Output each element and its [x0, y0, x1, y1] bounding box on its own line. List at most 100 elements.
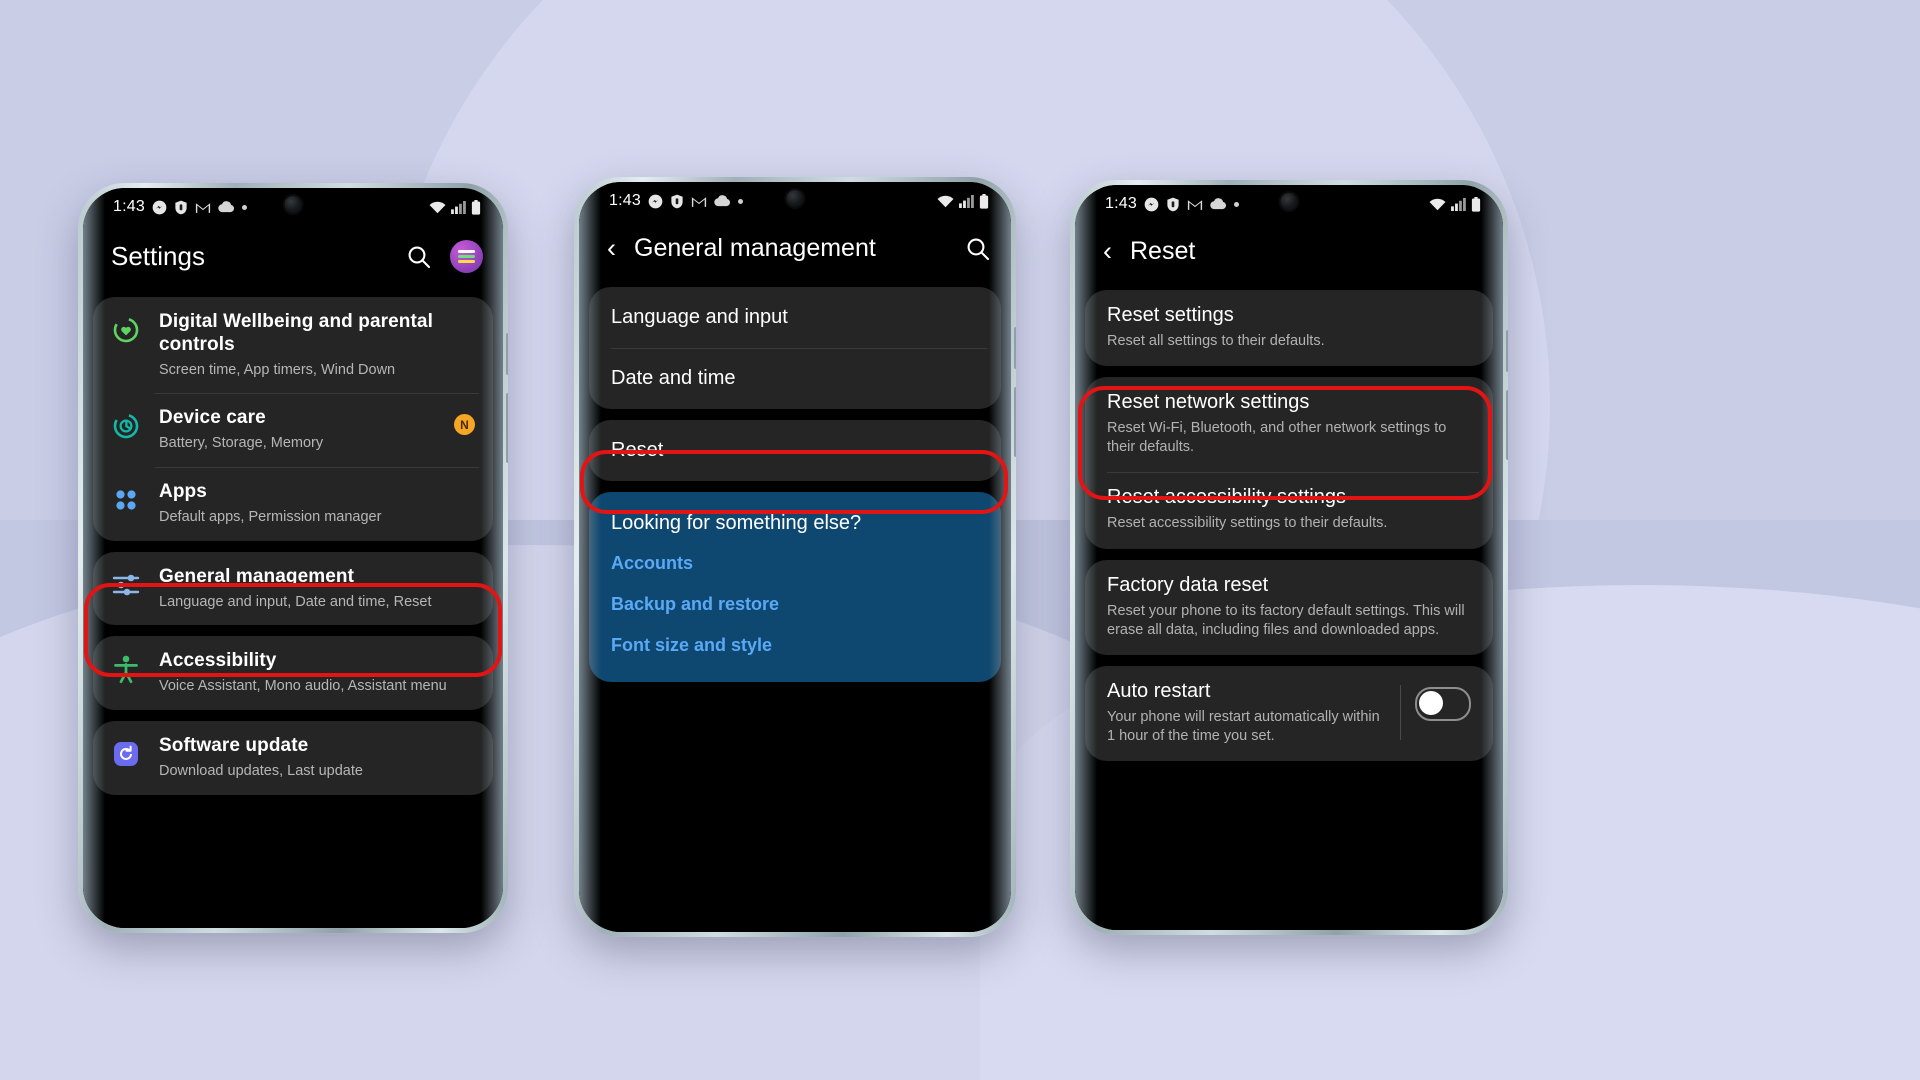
phone1-status-bar: 1:43 [83, 188, 503, 226]
reset-row[interactable]: Reset accessibility settings Reset access… [1085, 472, 1493, 548]
phone2-side-button-2[interactable] [1014, 387, 1016, 457]
phone2-status-bar: 1:43 [579, 182, 1011, 220]
accessibility-icon [111, 654, 141, 684]
front-camera [1280, 193, 1298, 210]
cloud-icon [218, 201, 235, 213]
page-title: Settings [111, 241, 205, 271]
authenticator-icon [670, 194, 684, 209]
settings-row-subtitle: Screen time, App timers, Wind Down [159, 361, 396, 378]
settings-row-title: Accessibility [159, 650, 277, 672]
battery-icon [471, 199, 481, 215]
chevron-left-icon[interactable]: ‹ [1103, 238, 1112, 265]
reset-row-subtitle: Reset your phone to its factory default … [1107, 602, 1465, 638]
reset-row-title: Reset settings [1107, 304, 1234, 326]
reset-row[interactable]: Reset settings Reset all settings to thei… [1085, 290, 1493, 366]
reset-row-title: Factory data reset [1107, 573, 1269, 596]
cloud-icon [714, 195, 731, 207]
messenger-icon [1144, 197, 1159, 212]
front-camera [284, 196, 302, 213]
settings-group: Digital Wellbeing and parental controls S… [93, 297, 493, 541]
page-title: General management [634, 234, 876, 262]
settings-row[interactable]: Digital Wellbeing and parental controls S… [93, 297, 493, 393]
wifi-icon [1429, 198, 1446, 211]
settings-row[interactable]: Apps Default apps, Permission manager [93, 467, 493, 541]
search-icon[interactable] [406, 244, 432, 270]
general-management-group: Reset [589, 420, 1001, 481]
status-badge: N [454, 414, 475, 436]
reset-row-title: Reset accessibility settings [1107, 486, 1346, 509]
chevron-left-icon[interactable]: ‹ [607, 235, 616, 262]
settings-group: General management Language and input, Da… [93, 551, 493, 626]
phone-device-settings: 1:43 Settings Digital Wellbeing and pare… [78, 183, 508, 933]
battery-icon [979, 193, 989, 209]
phone1-title-bar: Settings [83, 226, 503, 297]
search-icon[interactable] [965, 236, 991, 262]
front-camera [786, 190, 804, 207]
phone-device-reset: 1:43 ‹ Reset Reset settings Reset all se… [1070, 180, 1508, 935]
sliders-icon [111, 570, 141, 600]
settings-row[interactable]: General management Language and input, Da… [93, 552, 493, 626]
general-management-row[interactable]: Reset [589, 420, 1001, 481]
phone2-side-button-1[interactable] [1014, 327, 1016, 369]
status-time: 1:43 [609, 192, 641, 209]
gmail-icon [195, 201, 211, 214]
phone2-screen: 1:43 ‹ General management Language and i… [579, 182, 1011, 932]
reset-row[interactable]: Reset network settings Reset Wi-Fi, Bluet… [1085, 377, 1493, 472]
looking-for-something-else-card: Looking for something else? Accounts Backu… [589, 492, 1001, 682]
row-divider [1400, 684, 1401, 740]
general-management-list: Language and input Date and time Reset Look… [579, 287, 1011, 682]
screenshot-stage: 1:43 Settings Digital Wellbeing and pare… [0, 0, 1920, 1080]
reset-row-subtitle: Reset all settings to their defaults. [1107, 333, 1325, 349]
phone1-side-button-2[interactable] [506, 393, 508, 463]
reset-row-title: Auto restart [1107, 679, 1211, 702]
phone3-side-button-2[interactable] [1506, 390, 1508, 460]
reset-row-title: Reset network settings [1107, 391, 1310, 414]
general-management-row[interactable]: Language and input [589, 287, 1001, 348]
promo-link[interactable]: Accounts [611, 553, 979, 574]
signal-icon [959, 194, 974, 208]
more-dot-icon [1233, 201, 1239, 207]
software-update-icon [111, 739, 141, 769]
settings-group: Software update Download updates, Last up… [93, 721, 493, 795]
promo-link[interactable]: Backup and restore [611, 594, 979, 615]
messenger-icon [152, 200, 167, 215]
reset-group: Auto restart Your phone will restart auto… [1085, 665, 1493, 761]
promo-heading: Looking for something else? [611, 512, 862, 534]
signal-icon [451, 200, 466, 214]
settings-row-subtitle: Default apps, Permission manager [159, 508, 382, 525]
general-management-group: Language and input Date and time [589, 287, 1001, 409]
settings-row[interactable]: Software update Download updates, Last up… [93, 721, 493, 795]
settings-row-title: General management [159, 565, 355, 587]
settings-row[interactable]: Device care Battery, Storage, Memory N [93, 393, 493, 467]
auto-restart-toggle[interactable] [1415, 686, 1471, 721]
authenticator-icon [1166, 197, 1180, 212]
status-time: 1:43 [113, 198, 145, 215]
promo-link[interactable]: Font size and style [611, 635, 979, 656]
more-dot-icon [241, 204, 247, 210]
apps-icon [111, 485, 141, 515]
cloud-icon [1210, 198, 1227, 210]
settings-row-subtitle: Voice Assistant, Mono audio, Assistant m… [159, 678, 447, 695]
phone3-screen: 1:43 ‹ Reset Reset settings Reset all se… [1075, 185, 1503, 930]
reset-row[interactable]: Factory data reset Reset your phone to it… [1085, 560, 1493, 655]
phone1-screen: 1:43 Settings Digital Wellbeing and pare… [83, 188, 503, 928]
settings-row-subtitle: Battery, Storage, Memory [159, 435, 324, 452]
phone1-side-button-1[interactable] [506, 333, 508, 375]
gmail-icon [1187, 198, 1203, 211]
settings-row-subtitle: Language and input, Date and time, Reset [159, 593, 432, 610]
wifi-icon [937, 195, 954, 208]
wifi-icon [429, 201, 446, 214]
reset-group: Factory data reset Reset your phone to it… [1085, 559, 1493, 655]
settings-list: Digital Wellbeing and parental controls S… [83, 297, 503, 795]
reset-row-subtitle: Your phone will restart automatically wi… [1107, 708, 1380, 744]
settings-row[interactable]: Accessibility Voice Assistant, Mono audio… [93, 636, 493, 710]
phone3-side-button-1[interactable] [1506, 330, 1508, 372]
messenger-icon [648, 194, 663, 209]
phone3-title-bar: ‹ Reset [1075, 223, 1503, 290]
general-management-row[interactable]: Date and time [589, 348, 1001, 409]
account-avatar[interactable] [450, 240, 483, 273]
more-dot-icon [737, 198, 743, 204]
device-care-icon [111, 411, 141, 441]
settings-row-title: Device care [159, 407, 266, 429]
reset-row[interactable]: Auto restart Your phone will restart auto… [1085, 666, 1493, 761]
